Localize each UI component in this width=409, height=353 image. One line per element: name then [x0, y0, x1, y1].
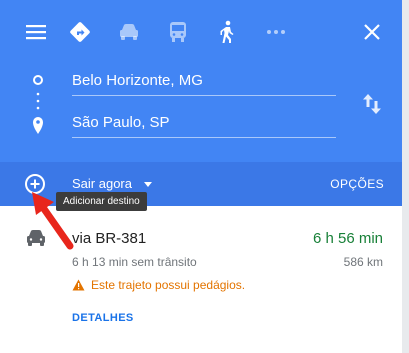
walk-icon	[220, 20, 234, 43]
travel-modes	[0, 0, 402, 64]
options-button[interactable]: OPÇÕES	[330, 177, 384, 191]
route-inputs: Belo Horizonte, MG São Paulo, SP	[0, 64, 402, 162]
directions-header: Belo Horizonte, MG São Paulo, SP	[0, 0, 402, 162]
menu-icon	[26, 25, 46, 40]
mode-best-route[interactable]	[62, 14, 98, 50]
destination-pin-icon	[33, 117, 43, 134]
origin-input[interactable]: Belo Horizonte, MG	[72, 66, 336, 96]
route-duration: 6 h 56 min	[312, 230, 383, 247]
diamond-turn-icon	[70, 22, 90, 42]
directions-panel: Belo Horizonte, MG São Paulo, SP Sair ag…	[0, 0, 402, 353]
depart-time-selector[interactable]: Sair agora	[72, 176, 152, 191]
route-no-traffic-time: 6 h 13 min sem trânsito	[72, 255, 197, 269]
mode-transit[interactable]	[160, 14, 196, 50]
depart-label: Sair agora	[72, 176, 132, 191]
origin-dot-icon	[33, 75, 43, 85]
route-name: via BR-381	[72, 230, 147, 247]
more-horiz-icon	[267, 30, 285, 34]
route-line	[30, 72, 46, 142]
swap-button[interactable]	[358, 90, 386, 118]
mode-driving[interactable]	[111, 14, 147, 50]
destination-input[interactable]: São Paulo, SP	[72, 108, 336, 138]
toll-warning-text: Este trajeto possui pedágios.	[91, 278, 246, 292]
close-button[interactable]	[354, 14, 390, 50]
details-link[interactable]: DETALHES	[72, 312, 134, 324]
red-arrow-annotation	[32, 192, 74, 250]
swap-vertical-icon	[363, 94, 381, 114]
bus-icon	[170, 22, 186, 42]
mode-more[interactable]	[258, 14, 294, 50]
car-icon	[120, 24, 138, 40]
mode-walking[interactable]	[209, 14, 245, 50]
route-distance: 586 km	[343, 255, 383, 269]
close-icon	[364, 24, 380, 40]
toll-warning: Este trajeto possui pedágios.	[72, 278, 245, 292]
warning-icon	[72, 279, 85, 291]
menu-button[interactable]	[18, 14, 54, 50]
caret-down-icon	[143, 182, 152, 188]
